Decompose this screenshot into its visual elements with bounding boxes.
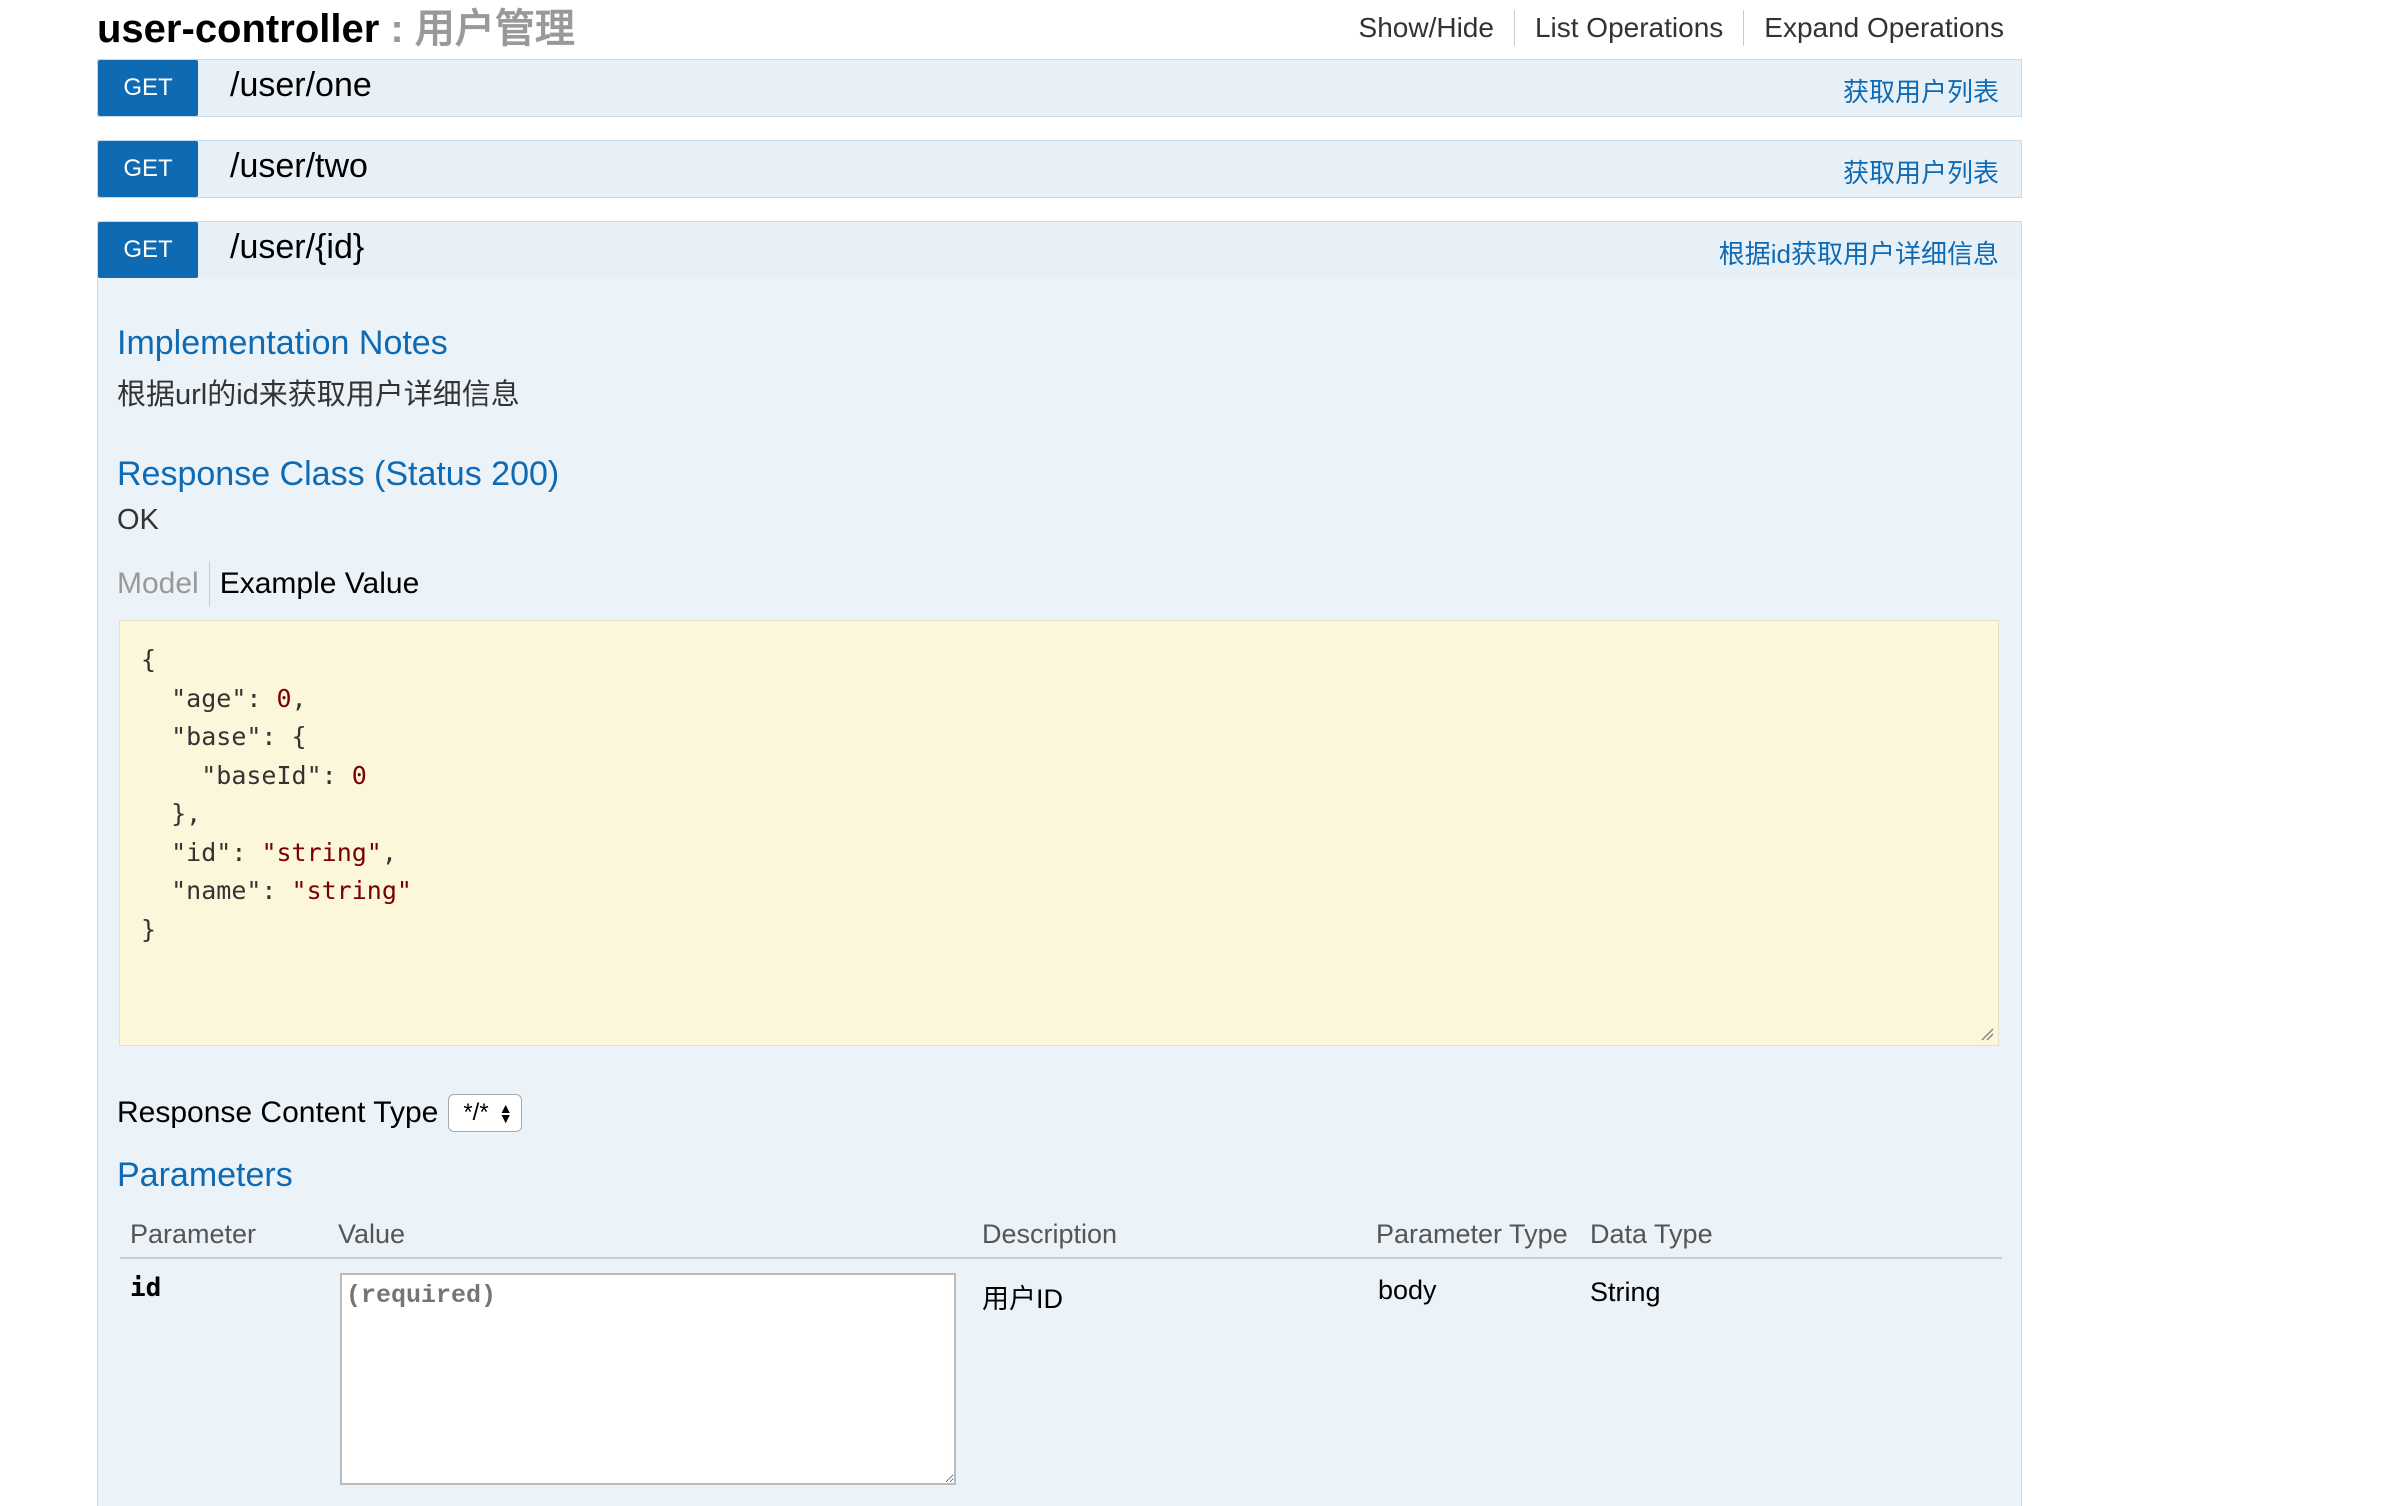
section-separator: :: [379, 7, 415, 51]
response-content-type-select[interactable]: */* ▲ ▼: [448, 1094, 522, 1132]
model-tabs: Model Example Value: [117, 561, 419, 607]
resize-handle-icon[interactable]: [1980, 1027, 1994, 1041]
divider: [208, 561, 210, 607]
operation-get-user-one[interactable]: GET /user/one 获取用户列表: [97, 59, 2022, 117]
json-value: "string": [291, 876, 412, 905]
operation-path[interactable]: /user/one: [230, 66, 372, 105]
column-header-parameter: Parameter: [130, 1219, 257, 1249]
select-value: */*: [463, 1099, 489, 1126]
column-header-parameter-type: Parameter Type: [1376, 1219, 1568, 1249]
section-title[interactable]: user-controller : 用户管理: [97, 0, 575, 54]
response-content-type: Response Content Type */* ▲ ▼: [117, 1094, 522, 1132]
operation-summary[interactable]: 根据id获取用户详细信息: [1719, 234, 1999, 271]
http-method-badge[interactable]: GET: [98, 60, 198, 116]
param-data-type: String: [1590, 1277, 1661, 1307]
example-value-code[interactable]: { "age": 0, "base": { "baseId": 0 }, "id…: [119, 620, 1999, 1046]
json-key: "age": [171, 683, 247, 713]
json-open: {: [141, 645, 157, 674]
json-key: "base": [171, 722, 262, 751]
json-value: 0: [276, 683, 292, 713]
json-value: "string": [261, 837, 382, 867]
parameters-heading: Parameters: [117, 1156, 293, 1194]
table-row: id 用户ID body String: [120, 1259, 2002, 1489]
operation-summary[interactable]: 获取用户列表: [1843, 153, 1999, 190]
param-description: 用户ID: [982, 1284, 1063, 1314]
implementation-notes-heading: Implementation Notes: [117, 324, 448, 362]
json-close: }: [141, 914, 157, 944]
table-header: Parameter Value Description Parameter Ty…: [120, 1213, 2002, 1259]
column-header-description: Description: [982, 1219, 1118, 1249]
parameters-table: Parameter Value Description Parameter Ty…: [120, 1213, 2002, 1489]
json-key: "baseId": [201, 760, 322, 790]
expand-operations-link[interactable]: Expand Operations: [1744, 12, 2004, 44]
response-class-text: OK: [117, 504, 159, 536]
param-name: id: [130, 1273, 162, 1303]
json-open: {: [291, 722, 307, 751]
operation-path[interactable]: /user/{id}: [230, 228, 364, 267]
operation-summary[interactable]: 获取用户列表: [1843, 72, 1999, 109]
operation-path[interactable]: /user/two: [230, 147, 368, 186]
show-hide-link[interactable]: Show/Hide: [1339, 12, 1514, 44]
http-method-badge[interactable]: GET: [98, 141, 198, 197]
section-description: 用户管理: [414, 7, 575, 51]
param-type: body: [1378, 1275, 1437, 1305]
json-close: },: [171, 799, 202, 828]
response-content-type-label: Response Content Type: [117, 1096, 439, 1129]
tab-example-value[interactable]: Example Value: [220, 567, 420, 601]
tab-model[interactable]: Model: [117, 567, 207, 601]
operation-get-user-id[interactable]: GET /user/{id} 根据id获取用户详细信息: [97, 221, 2022, 279]
section-name[interactable]: user-controller: [97, 7, 379, 51]
json-value: 0: [351, 760, 367, 790]
header-links: Show/Hide List Operations Expand Operati…: [1339, 10, 2004, 46]
param-id-input[interactable]: [340, 1273, 956, 1485]
list-operations-link[interactable]: List Operations: [1515, 12, 1743, 44]
json-key: "id": [171, 837, 232, 867]
column-header-data-type: Data Type: [1590, 1219, 1713, 1249]
operation-get-user-two[interactable]: GET /user/two 获取用户列表: [97, 140, 2022, 198]
column-header-value: Value: [338, 1219, 406, 1249]
json-key: "name": [171, 876, 262, 905]
http-method-badge[interactable]: GET: [98, 222, 198, 278]
response-class-heading: Response Class (Status 200): [117, 455, 560, 493]
implementation-notes-text: 根据url的id来获取用户详细信息: [117, 379, 520, 411]
operation-details: Implementation Notes 根据url的id来获取用户详细信息 R…: [97, 278, 2022, 1506]
select-arrows-icon: ▲ ▼: [498, 1100, 513, 1126]
swagger-page: user-controller : 用户管理 Show/Hide List Op…: [0, 0, 2408, 1506]
